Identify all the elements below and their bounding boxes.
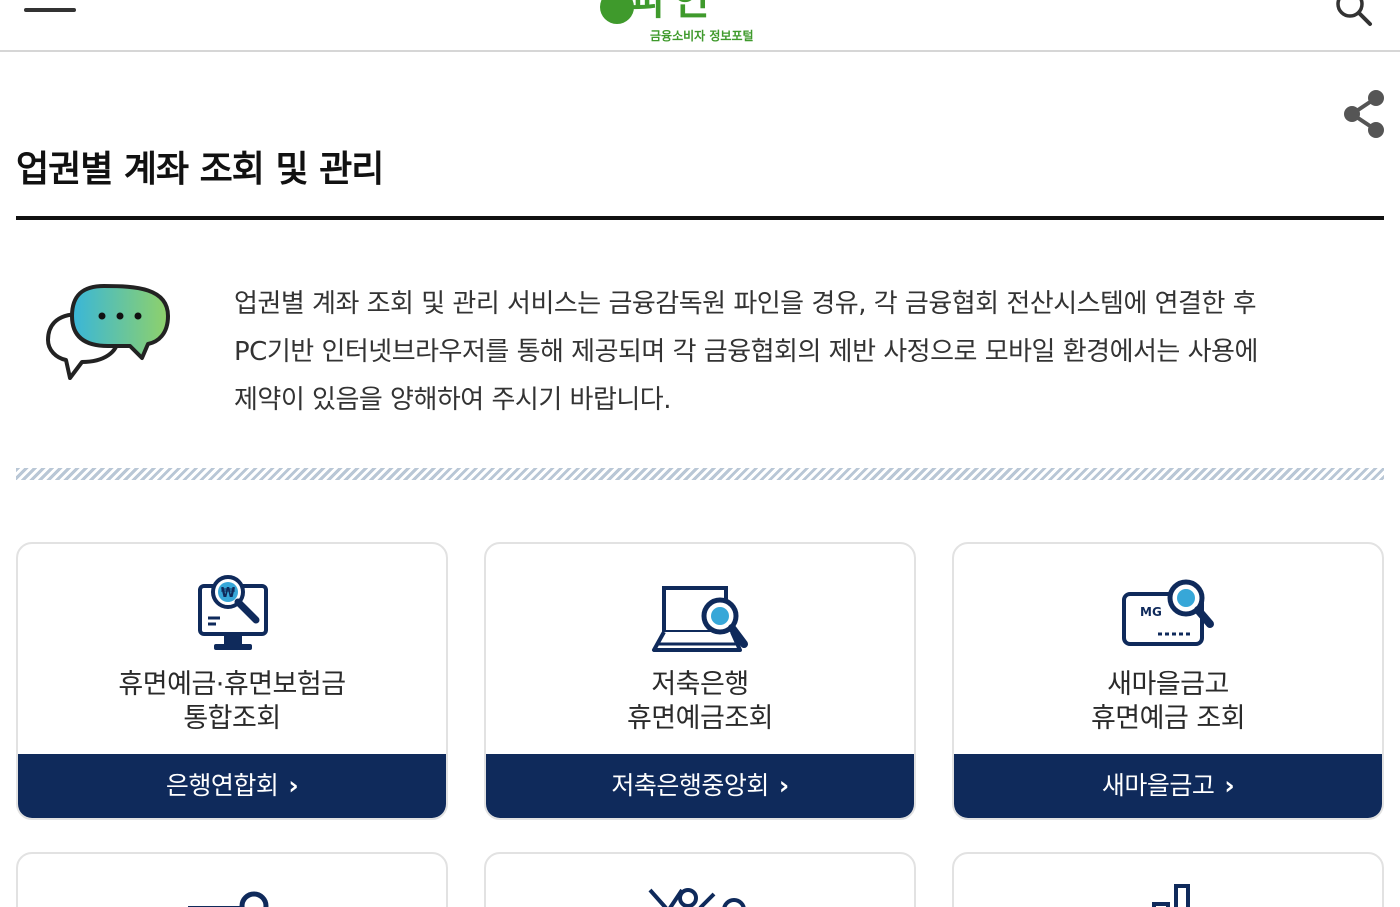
chevron-right-icon: › [778, 771, 789, 800]
card-title: 저축은행 휴면예금조회 [486, 668, 914, 736]
card-dormant-integrated[interactable]: ₩ 휴면예금·휴면보험금 통합조회 은행연합회 › [16, 542, 448, 820]
hatched-divider [16, 468, 1384, 480]
card-title-line-1: 저축은행 [651, 669, 749, 700]
logo-sub-text: 금융소비자 정보포털 [650, 29, 754, 43]
top-header: 파인 금융소비자 정보포털 [0, 0, 1400, 52]
card-button-label: 새마을금고 [1101, 771, 1215, 800]
card-title-line-1: 휴면예금·휴면보험금 [118, 669, 346, 700]
card-title-line-2: 통합조회 [183, 703, 281, 734]
savings-bank-federation-button[interactable]: 저축은행중앙회 › [486, 754, 914, 818]
monitor-won-search-icon: ₩ [180, 572, 284, 656]
title-divider [16, 216, 1384, 220]
notice-line-1: 업권별 계좌 조회 및 관리 서비스는 금융감독원 파인을 경유, 각 금융협회… [234, 289, 1257, 319]
card-saemaul[interactable]: MG 새마을금고 휴면예금 조회 새마을금고 › [952, 542, 1384, 820]
logo-circle [600, 0, 634, 24]
partial-card-icon [188, 891, 269, 907]
card-partial-3[interactable] [952, 852, 1384, 907]
page-title: 업권별 계좌 조회 및 관리 [16, 149, 384, 190]
svg-text:MG: MG [1140, 605, 1162, 619]
saemaul-button[interactable]: 새마을금고 › [954, 754, 1382, 818]
laptop-search-icon [648, 572, 752, 656]
share-icon[interactable] [1340, 88, 1388, 140]
card-button-label: 은행연합회 [165, 771, 279, 800]
partial-card-icon [1152, 884, 1190, 907]
search-icon[interactable] [1334, 0, 1374, 28]
card-title: 새마을금고 휴면예금 조회 [954, 668, 1382, 736]
chevron-right-icon: › [1224, 771, 1235, 800]
chat-bubbles-icon [44, 282, 176, 382]
card-partial-2[interactable] [484, 852, 916, 907]
card-title-line-2: 휴면예금 조회 [1090, 703, 1246, 734]
hamburger-menu-icon[interactable] [24, 0, 78, 26]
card-title-line-1: 새마을금고 [1107, 669, 1229, 700]
card-savings-bank[interactable]: 저축은행 휴면예금조회 저축은행중앙회 › [484, 542, 916, 820]
partial-card-icon [648, 888, 746, 907]
card-search-icon: MG [1116, 572, 1220, 656]
bank-federation-button[interactable]: 은행연합회 › [18, 754, 446, 818]
card-partial-1[interactable] [16, 852, 448, 907]
card-title-line-2: 휴면예금조회 [626, 703, 774, 734]
notice-text: 업권별 계좌 조회 및 관리 서비스는 금융감독원 파인을 경유, 각 금융협회… [234, 280, 1354, 424]
logo-main-text: 파인 [630, 0, 716, 24]
chevron-right-icon: › [288, 771, 299, 800]
notice-line-2: PC기반 인터넷브라우저를 통해 제공되며 각 금융협회의 제반 사정으로 모바… [234, 337, 1258, 367]
svg-text:₩: ₩ [221, 586, 236, 601]
card-button-label: 저축은행중앙회 [611, 771, 769, 800]
fine-logo[interactable]: 파인 금융소비자 정보포털 [600, 0, 760, 48]
notice-line-3: 제약이 있음을 양해하여 주시기 바랍니다. [234, 385, 671, 415]
card-title: 휴면예금·휴면보험금 통합조회 [18, 668, 446, 736]
